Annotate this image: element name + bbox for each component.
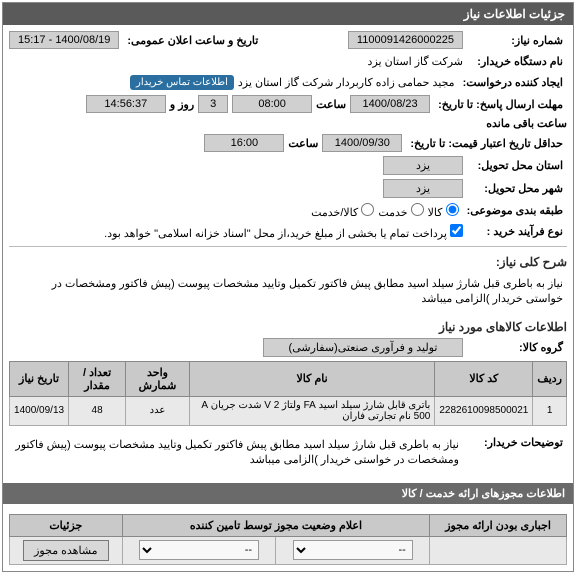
requester-value: مجید حمامی زاده کاربردار شرکت گاز استان … xyxy=(238,76,455,89)
time-label-1: ساعت xyxy=(316,98,346,111)
remaining-suffix: ساعت باقی مانده xyxy=(486,117,567,130)
min-validity-time: 16:00 xyxy=(204,134,284,152)
deadline-time: 08:00 xyxy=(232,95,312,113)
category-service-option[interactable]: خدمت xyxy=(378,203,423,219)
min-validity-label: حداقل تاریخ اعتبار قیمت: تا تاریخ: xyxy=(406,135,567,152)
panel-body: شماره نیاز: 1100091426000225 تاریخ و ساع… xyxy=(3,25,573,483)
buyer-org-value: شرکت گاز استان یزد xyxy=(368,55,463,68)
licenses-body: اجباری بودن ارائه مجوز اعلام وضعیت مجوز … xyxy=(3,504,573,571)
delivery-province-value: یزد xyxy=(383,156,463,175)
category-both-radio[interactable] xyxy=(361,203,374,216)
row-buyer-org: نام دستگاه خریدار: شرکت گاز استان یزد xyxy=(9,53,567,70)
row-purchase-type: نوع فرآیند خرید : پرداخت تمام یا بخشی از… xyxy=(9,223,567,240)
cell-name: باتری قابل شارژ سیلد اسید FA ولتاژ V 2 ش… xyxy=(189,396,434,425)
licenses-header: اطلاعات مجوزهای ارائه خدمت / کالا xyxy=(3,483,573,504)
table-header-row: ردیف کد کالا نام کالا واحد شمارش تعداد /… xyxy=(10,361,567,396)
row-delivery-province: استان محل تحویل: یزد xyxy=(9,156,567,175)
row-deadline: مهلت ارسال پاسخ: تا تاریخ: 1400/08/23 سا… xyxy=(9,95,567,130)
need-number-label: شماره نیاز: xyxy=(467,32,567,49)
row-need-number: شماره نیاز: 1100091426000225 تاریخ و ساع… xyxy=(9,31,567,49)
licenses-header-row: اجباری بودن ارائه مجوز اعلام وضعیت مجوز … xyxy=(10,514,567,536)
category-goods-text: کالا xyxy=(428,207,443,219)
buyer-notes-label: توضیحات خریدار: xyxy=(467,434,567,451)
goods-title: اطلاعات کالاهای مورد نیاز xyxy=(9,320,567,334)
category-goods-radio[interactable] xyxy=(446,203,459,216)
purchase-type-option[interactable]: پرداخت تمام یا بخشی از مبلغ خرید،از محل … xyxy=(104,224,463,240)
th-date: تاریخ نیاز xyxy=(10,361,69,396)
announce-value: 1400/08/19 - 15:17 xyxy=(9,31,119,49)
row-requester: ایجاد کننده درخواست: مجید حمامی زاده کار… xyxy=(9,74,567,91)
row-group: گروه کالا: تولید و فرآوری صنعتی(سفارشی) xyxy=(9,338,567,357)
min-validity-date: 1400/09/30 xyxy=(322,134,402,152)
category-both-text: کالا/خدمت xyxy=(311,207,358,219)
license-status-select-2[interactable]: -- xyxy=(139,540,259,560)
remaining-days-label: روز و xyxy=(170,98,194,111)
group-value: تولید و فرآوری صنعتی(سفارشی) xyxy=(263,338,463,357)
cell-idx: 1 xyxy=(533,396,567,425)
deadline-date: 1400/08/23 xyxy=(350,95,430,113)
cell-date: 1400/09/13 xyxy=(10,396,69,425)
delivery-city-label: شهر محل تحویل: xyxy=(467,180,567,197)
category-service-radio[interactable] xyxy=(411,203,424,216)
row-category: طبقه بندی موضوعی: کالا خدمت کالا/خدمت xyxy=(9,202,567,219)
cell-code: 2282610098500021 xyxy=(435,396,533,425)
goods-table: ردیف کد کالا نام کالا واحد شمارش تعداد /… xyxy=(9,361,567,426)
remaining-time: 14:56:37 xyxy=(86,95,166,113)
th-mandatory: اجباری بودن ارائه مجوز xyxy=(430,514,567,536)
buyer-contact-badge[interactable]: اطلاعات تماس خریدار xyxy=(130,75,234,90)
deadline-label: مهلت ارسال پاسخ: تا تاریخ: xyxy=(434,96,567,113)
license-details-cell: مشاهده مجوز xyxy=(10,536,123,564)
buyer-notes-text: نیاز به باطری قبل شارژ سیلد اسید مطابق پ… xyxy=(9,434,463,473)
license-mandatory-cell xyxy=(430,536,567,564)
delivery-province-label: استان محل تحویل: xyxy=(467,157,567,174)
th-name: نام کالا xyxy=(189,361,434,396)
th-details: جزئیات xyxy=(10,514,123,536)
cell-qty: 48 xyxy=(69,396,126,425)
view-license-button[interactable]: مشاهده مجوز xyxy=(23,540,108,561)
license-status-select-1[interactable]: -- xyxy=(293,540,413,560)
need-number-value: 1100091426000225 xyxy=(348,31,463,49)
category-service-text: خدمت xyxy=(378,207,407,219)
th-unit: واحد شمارش xyxy=(126,361,190,396)
table-row: 1 2282610098500021 باتری قابل شارژ سیلد … xyxy=(10,396,567,425)
th-row: ردیف xyxy=(533,361,567,396)
row-delivery-city: شهر محل تحویل: یزد xyxy=(9,179,567,198)
remaining-days: 3 xyxy=(198,95,228,113)
time-label-2: ساعت xyxy=(288,137,318,150)
category-goods-option[interactable]: کالا xyxy=(428,203,459,219)
category-label: طبقه بندی موضوعی: xyxy=(463,202,567,219)
purchase-type-text: پرداخت تمام یا بخشی از مبلغ خرید،از محل … xyxy=(104,228,447,240)
main-panel: جزئیات اطلاعات نیاز شماره نیاز: 11000914… xyxy=(2,2,574,572)
divider-1 xyxy=(9,246,567,247)
purchase-type-checkbox[interactable] xyxy=(450,224,463,237)
group-label: گروه کالا: xyxy=(467,339,567,356)
row-buyer-notes: توضیحات خریدار: نیاز به باطری قبل شارژ س… xyxy=(9,434,567,473)
th-status: اعلام وضعیت مجوز توسط تامین کننده xyxy=(122,514,430,536)
announce-label: تاریخ و ساعت اعلان عمومی: xyxy=(123,32,262,49)
purchase-type-label: نوع فرآیند خرید : xyxy=(467,223,567,240)
license-status-cell-1: -- xyxy=(276,536,430,564)
row-min-validity: حداقل تاریخ اعتبار قیمت: تا تاریخ: 1400/… xyxy=(9,134,567,152)
th-qty: تعداد / مقدار xyxy=(69,361,126,396)
delivery-city-value: یزد xyxy=(383,179,463,198)
license-status-cell-2: -- xyxy=(122,536,276,564)
license-row: -- -- مشاهده مجوز xyxy=(10,536,567,564)
requester-label: ایجاد کننده درخواست: xyxy=(459,74,567,91)
category-both-option[interactable]: کالا/خدمت xyxy=(311,203,374,219)
cell-unit: عدد xyxy=(126,396,190,425)
need-desc-title: شرح کلی نیاز: xyxy=(9,255,567,269)
need-desc-text: نیاز به باطری قبل شارژ سیلد اسید مطابق پ… xyxy=(9,273,567,312)
panel-title: جزئیات اطلاعات نیاز xyxy=(3,3,573,25)
buyer-org-label: نام دستگاه خریدار: xyxy=(467,53,567,70)
th-code: کد کالا xyxy=(435,361,533,396)
